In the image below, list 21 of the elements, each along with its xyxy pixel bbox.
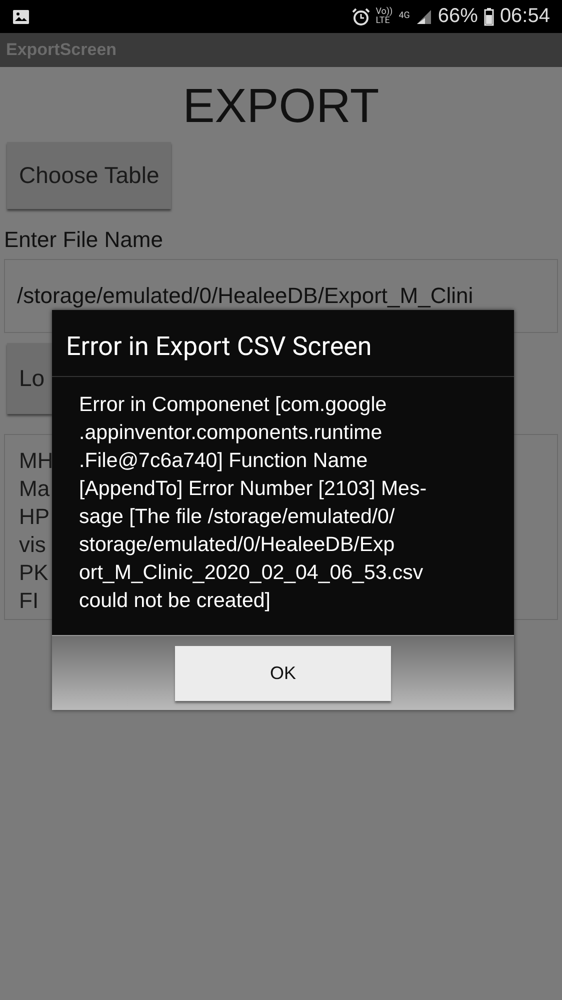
lte-label: LTE [376,16,390,26]
output-line: PK [19,559,48,587]
alarm-icon [352,8,370,26]
output-line: vis [19,531,46,559]
page-heading: EXPORT [182,79,380,134]
output-line: HP [19,503,50,531]
dialog-title: Error in Export CSV Screen [52,310,514,377]
output-line: MH [19,447,54,475]
output-line: FI [19,587,39,615]
battery-percent: 66% [438,5,478,28]
battery-icon [484,8,494,26]
signal-icon [416,8,432,24]
network-label: 4G [398,12,410,21]
error-message: Error in Componenet [com.google .appinventor.components.runtime .File@7c6a740] Function Name [AppendTo] Error Number [2103] Mes- sage [The file /storage/emulated/0/ storage/emulated/0/HealeeDB/Exp ort_M_Clinic_2020_02_04_06_53.csv could not be created] [78,392,428,614]
choose-table-button[interactable]: Choose Table [7,142,172,209]
output-line: Ma [19,475,50,503]
image-icon [12,8,30,24]
volte-label: Vo)) [376,8,393,16]
file-name-label: Enter File Name [4,227,164,253]
ok-button[interactable]: OK [175,646,391,700]
clock: 06:54 [500,5,550,28]
